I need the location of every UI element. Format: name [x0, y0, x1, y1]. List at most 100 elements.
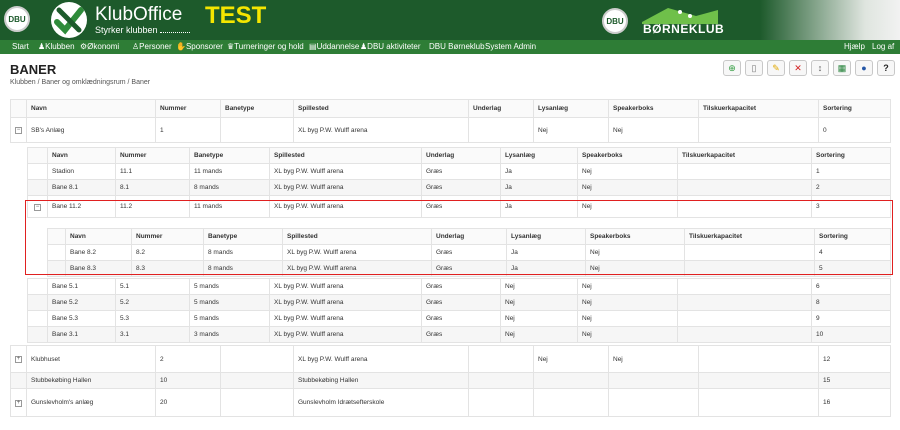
nav-uddannelse[interactable]: ▤Uddannelse [309, 42, 359, 52]
cell-tilskuerkapacitet [677, 278, 812, 295]
table-row[interactable]: + Gunslevholm's anlæg 20 Gunslevholm Idr… [10, 388, 891, 417]
cell-tilskuerkapacitet [677, 179, 812, 196]
expand-toggle[interactable]: + [10, 345, 27, 373]
sub-header-underlag[interactable]: Underlag [421, 147, 501, 164]
sub-header-banetype[interactable]: Banetype [189, 147, 270, 164]
sub-header-navn[interactable]: Navn [47, 147, 116, 164]
cell-lysanlaeg: Nej [500, 278, 578, 295]
sub-header-spillested[interactable]: Spillested [269, 147, 422, 164]
cell-banetype [220, 388, 294, 417]
cell-speakerboks: Nej [577, 278, 678, 295]
cell-speakerboks: Nej [577, 294, 678, 311]
table-row[interactable]: Bane 5.2 5.2 5 mands XL byg P.W. Wulff a… [27, 294, 891, 311]
nav-start[interactable]: Start [12, 42, 29, 52]
dbu-seal-left-text: DBU [8, 14, 26, 24]
cell-spillested: Stubbekøbing Hallen [293, 372, 469, 389]
cell-tilskuerkapacitet [698, 345, 819, 373]
nav-help[interactable]: Hjælp [844, 42, 865, 52]
delete-button[interactable]: ✕ [789, 60, 807, 76]
nav-dbu-borneklub[interactable]: DBU Børneklub [429, 42, 485, 52]
table-row[interactable]: Stubbekøbing Hallen 10 Stubbekøbing Hall… [10, 372, 891, 389]
nav-system-admin[interactable]: System Admin [485, 42, 536, 52]
cell-sortering: 9 [811, 310, 891, 327]
add-button[interactable]: ⊕ [723, 60, 741, 76]
sub-header-tilskuerkapacitet[interactable]: Tilskuerkapacitet [677, 147, 812, 164]
main-table-continued: + Klubhuset 2 XL byg P.W. Wulff arena Ne… [10, 345, 891, 417]
header-lysanlaeg[interactable]: Lysanlæg [533, 99, 609, 118]
cell-nummer: 3.1 [115, 326, 190, 343]
nav-personer[interactable]: ♙Personer [132, 42, 172, 52]
brand-name: KlubOffice [95, 4, 183, 25]
settings-button[interactable]: ● [855, 60, 873, 76]
row-spacer [27, 326, 48, 343]
cell-tilskuerkapacitet [698, 117, 819, 143]
cell-spillested: XL byg P.W. Wulff arena [269, 163, 422, 180]
header-spillested[interactable]: Spillested [293, 99, 469, 118]
cell-underlag [468, 345, 534, 373]
row-spacer [10, 372, 27, 389]
cell-speakerboks: Nej [577, 179, 678, 196]
help-button[interactable]: ? [877, 60, 895, 76]
header-navn[interactable]: Navn [26, 99, 156, 118]
table-row[interactable]: Stadion 11.1 11 mands XL byg P.W. Wulff … [27, 163, 891, 180]
header-tilskuerkapacitet[interactable]: Tilskuerkapacitet [698, 99, 819, 118]
nav-dbu-aktiviteter[interactable]: ♟DBU aktiviteter [360, 42, 421, 52]
table-row[interactable]: Bane 5.1 5.1 5 mands XL byg P.W. Wulff a… [27, 278, 891, 295]
cell-nummer: 11.1 [115, 163, 190, 180]
plus-icon: + [15, 399, 22, 407]
sub-header-nummer[interactable]: Nummer [115, 147, 190, 164]
cell-navn: Bane 5.3 [47, 310, 116, 327]
minus-icon: − [15, 127, 22, 134]
nav-klubben[interactable]: ♟Klubben [38, 42, 75, 52]
header-underlag[interactable]: Underlag [468, 99, 534, 118]
table-row[interactable]: Bane 8.1 8.1 8 mands XL byg P.W. Wulff a… [27, 179, 891, 196]
header-banetype[interactable]: Banetype [220, 99, 294, 118]
collapse-toggle[interactable]: − [10, 117, 27, 143]
cell-nummer: 5.2 [115, 294, 190, 311]
table-row[interactable]: + Klubhuset 2 XL byg P.W. Wulff arena Ne… [10, 345, 891, 373]
new-button[interactable]: ▯ [745, 60, 763, 76]
breadcrumb[interactable]: Klubben / Baner og omklædningsrum / Bane… [10, 79, 150, 86]
cell-sortering: 0 [818, 117, 891, 143]
cell-speakerboks: Nej [577, 310, 678, 327]
cell-underlag [468, 117, 534, 143]
cell-navn: Bane 5.2 [47, 294, 116, 311]
cell-lysanlaeg: Nej [500, 294, 578, 311]
nav-okonomi[interactable]: ⚙Økonomi [80, 42, 119, 52]
header-expand [10, 99, 27, 118]
header-nummer[interactable]: Nummer [155, 99, 221, 118]
cell-underlag: Græs [421, 326, 501, 343]
sub-header-lysanlaeg[interactable]: Lysanlæg [500, 147, 578, 164]
kluboffice-logo[interactable] [51, 2, 87, 38]
environment-badge: TEST [205, 2, 267, 29]
tagline-text: Styrker klubben [95, 25, 158, 35]
cell-banetype [220, 117, 294, 143]
nav-logout[interactable]: Log af [872, 42, 894, 52]
nav-turneringer[interactable]: ♛Turneringer og hold [227, 42, 304, 52]
table-row[interactable]: Bane 5.3 5.3 5 mands XL byg P.W. Wulff a… [27, 310, 891, 327]
cell-navn: Bane 5.1 [47, 278, 116, 295]
header-speakerboks[interactable]: Speakerboks [608, 99, 699, 118]
cell-tilskuerkapacitet [698, 388, 819, 417]
sub-header-expand [27, 147, 48, 164]
excel-button[interactable]: ▦ [833, 60, 851, 76]
cell-lysanlaeg: Ja [500, 163, 578, 180]
edit-button[interactable]: ✎ [767, 60, 785, 76]
cell-sortering: 2 [811, 179, 891, 196]
kluboffice-logo-icon [54, 7, 84, 35]
header-sortering[interactable]: Sortering [818, 99, 891, 118]
cell-lysanlaeg: Nej [533, 345, 609, 373]
table-row[interactable]: − SB's Anlæg 1 XL byg P.W. Wulff arena N… [10, 117, 891, 143]
header-fade [760, 0, 900, 40]
row-spacer [27, 278, 48, 295]
nav-klubben-label: Klubben [45, 42, 75, 51]
sub-header-sortering[interactable]: Sortering [811, 147, 891, 164]
cell-spillested: XL byg P.W. Wulff arena [269, 278, 422, 295]
table-row[interactable]: Bane 3.1 3.1 3 mands XL byg P.W. Wulff a… [27, 326, 891, 343]
cell-lysanlaeg: Ja [500, 179, 578, 196]
sub-header-speakerboks[interactable]: Speakerboks [577, 147, 678, 164]
nav-sponsorer[interactable]: ✋Sponsorer [176, 42, 223, 52]
expand-toggle[interactable]: + [10, 388, 27, 417]
cell-spillested: XL byg P.W. Wulff arena [269, 310, 422, 327]
sort-button[interactable]: ↕ [811, 60, 829, 76]
